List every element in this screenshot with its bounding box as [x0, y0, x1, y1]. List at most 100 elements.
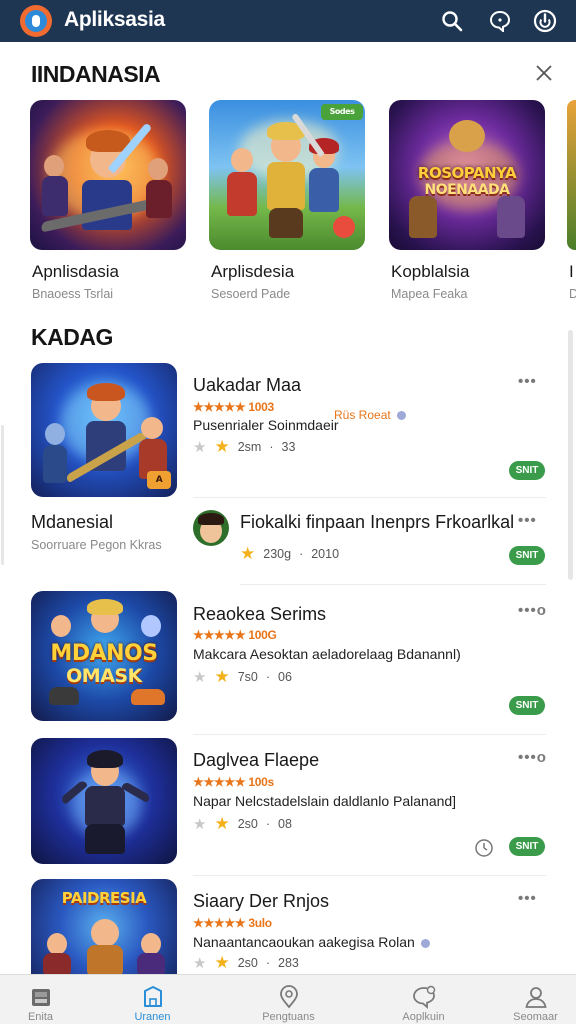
- star-outline-icon: ★: [193, 955, 207, 972]
- item-title: Siaary Der Rnjos: [193, 891, 330, 911]
- item-description: Makcara Aesoktan aeladorelaag Bdanannl): [193, 646, 461, 662]
- search-icon[interactable]: [438, 7, 466, 35]
- more-options-icon[interactable]: •••o: [518, 602, 547, 619]
- nav-item-aoplkuin[interactable]: Aoplkuin: [366, 975, 481, 1024]
- list-item[interactable]: MDANOS OMASK Reaokea Serims ★★★★★ 100G M…: [0, 591, 560, 735]
- item-rating: ★★★★★ 3ulo: [193, 916, 272, 930]
- install-button[interactable]: SNIT: [509, 546, 545, 565]
- game-thumbnail: [30, 100, 186, 250]
- item-description: Napar Nelcstadelslain daldlanlo Palanand…: [193, 793, 457, 809]
- featured-card-peek[interactable]: [567, 100, 576, 250]
- game-logo-text: ROSOPANYA: [417, 164, 517, 182]
- divider: [240, 584, 546, 585]
- timer-icon[interactable]: [474, 838, 494, 858]
- divider: [193, 734, 546, 735]
- star-outline-icon: ★: [193, 669, 207, 686]
- list-item[interactable]: Mdanesial Soorruare Pegon Kkras Fiokalki…: [0, 498, 560, 588]
- divider: [193, 875, 546, 876]
- game-thumbnail: Sodes: [209, 100, 365, 250]
- nav-label: Pengtuans: [262, 1011, 315, 1023]
- game-logo-text: OMASK: [66, 665, 142, 687]
- item-title: Daglvea Flaepe: [193, 750, 320, 770]
- more-options-icon[interactable]: •••o: [518, 749, 547, 766]
- game-thumbnail: MDANOS OMASK: [31, 591, 177, 721]
- featured-card-peek-subtitle: D: [569, 287, 576, 301]
- nav-item-seomaar[interactable]: Seomaar: [478, 975, 576, 1024]
- item-subtitle: Soorruare Pegon Kkras: [31, 538, 162, 552]
- item-title: Mdanesial: [31, 512, 114, 532]
- game-badge: A: [147, 471, 171, 489]
- star-icon: ★: [214, 667, 230, 686]
- featured-card-title: Apnlisdasia: [32, 262, 119, 281]
- featured-section-title: IINDANASIA: [31, 61, 161, 87]
- game-thumbnail: ROSOPANYA NOENAADA: [389, 100, 545, 250]
- verified-icon: [420, 938, 430, 948]
- nav-label: Uranen: [134, 1011, 171, 1023]
- nav-label: Enita: [27, 1011, 54, 1023]
- featured-card[interactable]: ROSOPANYA NOENAADA Kopblalsia Mapea Feak…: [389, 100, 547, 301]
- game-thumbnail: A: [31, 363, 177, 497]
- install-button[interactable]: SNIT: [509, 461, 545, 480]
- item-meta: ★ ★ 7s0 · 06: [193, 667, 292, 686]
- app-title: Apliksasia: [64, 8, 165, 31]
- star-icon: ★: [240, 544, 256, 563]
- featured-card-title: Kopblalsia: [391, 262, 470, 281]
- install-button[interactable]: SNIT: [509, 696, 545, 715]
- close-icon[interactable]: [531, 60, 557, 86]
- nav-label: Seomaar: [513, 1011, 558, 1023]
- home-icon: [140, 984, 166, 1010]
- featured-card-peek-title: I: [569, 262, 574, 281]
- featured-card-title: Arplisdesia: [211, 262, 295, 281]
- item-meta: ★ ★ 2s0 · 08: [193, 814, 292, 833]
- list-section-title: KADAG: [31, 324, 113, 350]
- app-logo-icon[interactable]: [20, 5, 52, 37]
- featured-card-subtitle: Sesoerd Pade: [211, 287, 291, 301]
- nav-item-uranen[interactable]: Uranen: [95, 975, 210, 1024]
- install-button[interactable]: SNIT: [509, 837, 545, 856]
- user-icon: [523, 984, 549, 1010]
- bottom-navigation: Enita Uranen Pengtuans Aoplkuin Seomaar: [0, 974, 576, 1024]
- nav-item-enita[interactable]: Enita: [0, 975, 98, 1024]
- item-secondary-title: Fiokalki finpaan Inenprs Frkoarlkal: [240, 512, 515, 532]
- more-options-icon[interactable]: •••: [518, 890, 537, 907]
- top-app-bar: Apliksasia: [0, 0, 576, 42]
- item-meta: ★ ★ 2sm · 33: [193, 437, 296, 456]
- item-rating: ★★★★★ 100s: [193, 775, 274, 789]
- chat-icon: [411, 984, 437, 1010]
- power-icon[interactable]: [531, 7, 559, 35]
- nav-label: Aoplkuin: [402, 1011, 445, 1023]
- item-meta: ★ ★ 2s0 · 283: [193, 953, 299, 972]
- item-title: Reaokea Serims: [193, 604, 327, 624]
- more-options-icon[interactable]: •••: [518, 373, 537, 390]
- game-logo-text: NOENAADA: [424, 182, 510, 198]
- verified-icon: [396, 411, 406, 421]
- featured-card-subtitle: Mapea Feaka: [391, 287, 468, 301]
- star-icon: ★: [214, 953, 230, 972]
- location-icon: [276, 984, 302, 1010]
- nav-item-pengtuans[interactable]: Pengtuans: [231, 975, 346, 1024]
- featured-card-subtitle: Bnaoess Tsrlai: [32, 287, 114, 301]
- item-rating: ★★★★★ 1003: [193, 400, 274, 414]
- avatar: [193, 510, 229, 546]
- game-logo-text: PAIDRESIA: [61, 889, 147, 907]
- featured-card[interactable]: Apnlisdasia Bnaoess Tsrlai: [30, 100, 188, 301]
- game-logo-text: MDANOS: [50, 641, 158, 666]
- star-icon: ★: [214, 437, 230, 456]
- list-item[interactable]: Daglvea Flaepe ★★★★★ 100s Napar Nelcstad…: [0, 738, 560, 876]
- list-item[interactable]: PAIDRESIA Siaary Der Rnjos ★★★★★ 3ulo Na…: [0, 879, 560, 974]
- item-description: Pusenrialer Soinmdaeir: [193, 417, 339, 433]
- promo-badge: Sodes: [321, 104, 363, 120]
- store-icon: [28, 984, 54, 1010]
- star-outline-icon: ★: [193, 816, 207, 833]
- featured-card[interactable]: Sodes Arplisdesia Sesoerd Pade: [209, 100, 367, 301]
- item-title: Uakadar Maa: [193, 375, 302, 395]
- game-thumbnail: PAIDRESIA: [31, 879, 177, 974]
- star-outline-icon: ★: [193, 439, 207, 456]
- game-thumbnail: [31, 738, 177, 864]
- item-description: Nanaantancaoukan aakegisa Rolan: [193, 934, 430, 950]
- more-options-icon[interactable]: •••: [518, 512, 537, 529]
- star-icon: ★: [214, 814, 230, 833]
- item-meta: ★ 230g · 2010: [240, 544, 340, 563]
- scrollbar[interactable]: [568, 330, 573, 580]
- chat-icon[interactable]: [486, 7, 514, 35]
